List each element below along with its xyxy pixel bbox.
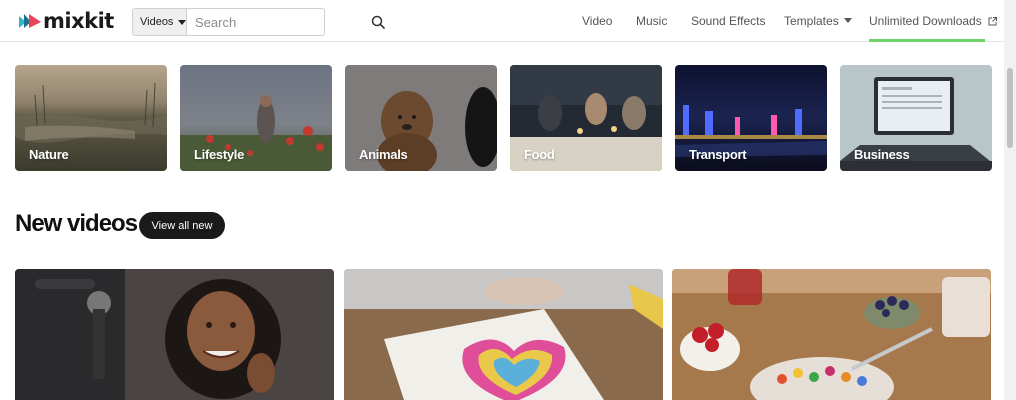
video-card-breakfast[interactable] xyxy=(672,269,991,400)
video-card-podcast[interactable] xyxy=(15,269,334,400)
chevron-down-icon xyxy=(843,18,852,23)
logo-mark-icon xyxy=(19,14,41,28)
search-bar: Videos xyxy=(132,8,385,36)
external-link-icon xyxy=(988,17,997,26)
category-tile-lifestyle[interactable]: Lifestyle xyxy=(180,65,332,171)
section-title: New videos xyxy=(15,210,138,237)
nav-unlimited-label: Unlimited Downloads xyxy=(869,14,982,28)
nav-templates-label: Templates xyxy=(784,14,839,28)
nav-templates[interactable]: Templates xyxy=(784,14,852,28)
mixkit-logo[interactable]: mixkit xyxy=(19,9,114,33)
category-label: Food xyxy=(524,147,555,162)
scrollbar-thumb[interactable] xyxy=(1007,68,1013,148)
view-all-new-button[interactable]: View all new xyxy=(139,212,225,239)
category-tile-food[interactable]: Food xyxy=(510,65,662,171)
category-tile-transport[interactable]: Transport xyxy=(675,65,827,171)
category-label: Animals xyxy=(359,147,408,162)
page-scrollbar[interactable] xyxy=(1004,0,1016,400)
category-label: Nature xyxy=(29,147,69,162)
category-label: Lifestyle xyxy=(194,147,245,162)
video-thumbnail xyxy=(15,269,334,400)
logo-text: mixkit xyxy=(43,9,114,33)
video-card-coloring[interactable] xyxy=(344,269,663,400)
nav-unlimited-downloads[interactable]: Unlimited Downloads xyxy=(869,14,997,28)
top-header: mixkit Videos Video Music Sound Effects … xyxy=(0,0,1004,42)
video-thumbnail xyxy=(672,269,991,400)
nav-sound-effects[interactable]: Sound Effects xyxy=(691,14,766,28)
category-tile-animals[interactable]: Animals xyxy=(345,65,497,171)
category-label: Transport xyxy=(689,147,747,162)
search-icon[interactable] xyxy=(371,9,385,35)
video-thumbnail xyxy=(344,269,663,400)
search-category-label: Videos xyxy=(140,16,174,28)
nav-video[interactable]: Video xyxy=(582,14,612,28)
category-label: Business xyxy=(854,147,910,162)
search-input[interactable] xyxy=(187,9,371,35)
category-tile-nature[interactable]: Nature xyxy=(15,65,167,171)
search-category-select[interactable]: Videos xyxy=(133,9,187,35)
active-tab-indicator xyxy=(869,39,985,42)
chevron-down-icon xyxy=(178,19,187,25)
category-tile-business[interactable]: Business xyxy=(840,65,992,171)
nav-music[interactable]: Music xyxy=(636,14,667,28)
